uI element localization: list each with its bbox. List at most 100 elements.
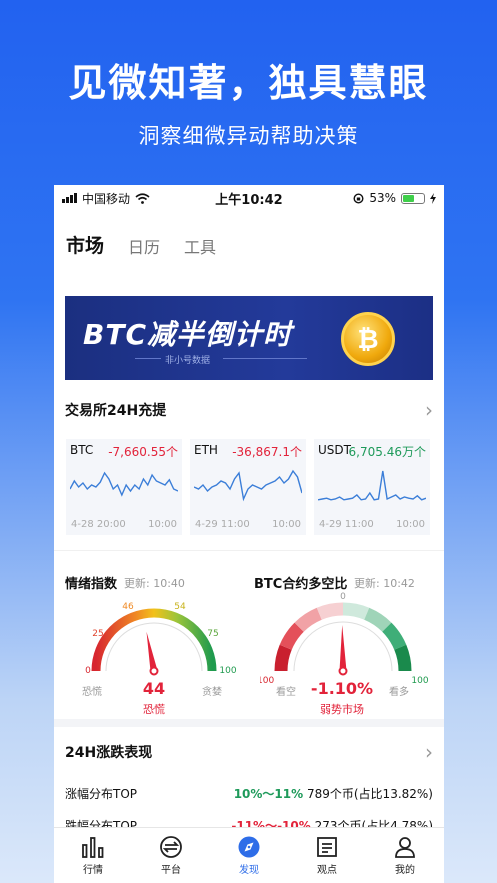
gauge-section: 情绪指数 更新: 10:40 0 25 46 54 75 100 恐慌 贪婪 4… <box>54 551 444 719</box>
nav-label: 观点 <box>317 865 337 876</box>
flow-value: -7,660.55个 <box>108 445 178 459</box>
top-tabs: 市场 日历 工具 <box>54 211 444 267</box>
nav-discover[interactable]: 发现 <box>210 828 288 883</box>
sentiment-needle <box>146 631 159 676</box>
sentiment-value: 44 <box>142 679 166 698</box>
sentiment-right-label: 贪婪 <box>202 687 222 698</box>
tick-plus100: 100 <box>411 676 428 686</box>
tab-calendar[interactable]: 日历 <box>128 234 160 267</box>
needle-pointer <box>146 631 158 672</box>
tick-54: 54 <box>174 602 186 612</box>
flow-card-btc[interactable]: BTC -7,660.55个 4-28 20:00 10:00 <box>66 439 182 535</box>
nav-profile[interactable]: 我的 <box>366 828 444 883</box>
sentiment-state: 恐慌 <box>143 703 165 716</box>
tab-tools[interactable]: 工具 <box>184 234 216 267</box>
arc-segment <box>279 622 304 651</box>
exchange-flow-cards: BTC -7,660.55个 4-28 20:00 10:00 ETH -36,… <box>54 439 444 535</box>
rise-top-row[interactable]: 涨幅分布TOP 10%～11% 789个币(占比13.82%) <box>54 777 444 809</box>
flow-card-usdt[interactable]: USDT 6,705.46万个 4-29 11:00 10:00 <box>314 439 430 535</box>
banner-source: 非小号数据 <box>165 356 211 366</box>
end-time: 10:00 <box>148 519 177 530</box>
banner-title: BTC减半倒计时 <box>83 318 292 351</box>
arc-segment <box>274 644 292 672</box>
nav-platform[interactable]: 平台 <box>132 828 210 883</box>
promo-subtitle: 洞察细微异动帮助决策 <box>138 124 359 148</box>
coin-name: USDT <box>318 443 351 457</box>
sentiment-gauge[interactable]: 0 25 46 54 75 100 <box>76 591 246 691</box>
longshort-state: 弱势市场 <box>320 703 364 716</box>
btc-halving-banner[interactable]: BTC减半倒计时 非小号数据 ₿ <box>65 296 433 380</box>
exchange-flow-title: 交易所24H充提 <box>65 403 167 419</box>
row-label: 涨幅分布TOP <box>65 786 138 801</box>
tab-market[interactable]: 市场 <box>66 231 104 267</box>
tick-46: 46 <box>122 602 134 612</box>
end-time: 10:00 <box>272 519 301 530</box>
nav-label: 行情 <box>83 865 103 876</box>
promo-title: 见微知著，独具慧眼 <box>68 61 429 105</box>
battery-icon <box>401 192 425 204</box>
flow-sparkline <box>194 469 302 502</box>
flow-value: 6,705.46万个 <box>348 445 426 459</box>
section-gap <box>54 719 444 727</box>
tick-minus100: -100 <box>260 676 274 686</box>
tick-zero: 0 <box>340 592 346 602</box>
sparkline-path <box>70 471 178 497</box>
tick-25: 25 <box>92 629 103 639</box>
section-divider <box>54 535 444 551</box>
sentiment-updated: 更新: 10:40 <box>124 577 185 590</box>
start-time: 4-28 20:00 <box>71 519 126 530</box>
row-count: 789个币(占比13.82%) <box>306 786 433 801</box>
rise-fall-header[interactable]: 24H涨跌表现 › <box>54 727 444 777</box>
nav-label: 平台 <box>161 865 181 876</box>
start-time: 4-29 11:00 <box>319 519 374 530</box>
tick-0: 0 <box>85 666 91 676</box>
row-range: 10%～11% <box>233 786 304 801</box>
news-icon <box>317 837 337 857</box>
exchange-flow-header[interactable]: 交易所24H充提 › <box>54 380 444 440</box>
sentiment-title[interactable]: 情绪指数 <box>65 573 117 592</box>
nav-opinion[interactable]: 观点 <box>288 828 366 883</box>
start-time: 4-29 11:00 <box>195 519 250 530</box>
tick-75: 75 <box>207 629 218 639</box>
sparkline-path <box>194 469 302 502</box>
coin-name: BTC <box>70 443 94 457</box>
person-icon <box>395 837 415 858</box>
compass-icon <box>238 836 260 858</box>
tick-100: 100 <box>219 666 236 676</box>
phone-screen: 中国移动 上午10:42 53% 市场 日历 工具 BTC减半倒计时 非小号数据… <box>54 185 444 883</box>
status-time: 上午10:42 <box>215 192 283 208</box>
rise-fall-title: 24H涨跌表现 <box>65 745 153 761</box>
coin-name: ETH <box>194 443 218 457</box>
arc-segment <box>382 622 407 651</box>
banner-divider-left <box>135 358 161 359</box>
chevron-right-icon: › <box>425 740 433 764</box>
longshort-title[interactable]: BTC合约多空比 <box>254 573 347 592</box>
end-time: 10:00 <box>396 519 425 530</box>
bottom-nav: 行情 平台 发现 观点 我的 <box>54 827 444 883</box>
bitcoin-symbol: ₿ <box>357 324 379 355</box>
longshort-right-label: 看多 <box>389 687 409 698</box>
nav-market[interactable]: 行情 <box>54 828 132 883</box>
flow-card-eth[interactable]: ETH -36,867.1个 4-29 11:00 10:00 <box>190 439 306 535</box>
flow-sparkline <box>318 470 426 501</box>
status-bar: 中国移动 上午10:42 53% <box>54 185 444 211</box>
arc-segment <box>294 607 323 632</box>
arc-segment <box>342 602 370 620</box>
arc-segment <box>316 602 344 620</box>
sentiment-left-label: 恐慌 <box>82 687 102 698</box>
longshort-updated: 更新: 10:42 <box>354 577 415 590</box>
sparkline-path <box>318 470 426 501</box>
longshort-needle <box>338 625 348 676</box>
bar-chart-icon <box>82 837 104 858</box>
nav-label: 发现 <box>239 865 259 876</box>
flow-sparkline <box>70 471 178 497</box>
flow-value: -36,867.1个 <box>232 445 302 459</box>
chevron-right-icon: › <box>425 398 433 422</box>
longshort-gauge[interactable]: 0 -100 100 <box>260 591 430 691</box>
needle-hub <box>149 666 159 676</box>
bitcoin-coin-icon: ₿ <box>341 312 395 366</box>
needle-pointer <box>339 625 347 672</box>
needle-hub <box>338 666 348 676</box>
nav-label: 我的 <box>395 865 415 876</box>
longshort-value: -1.10% <box>310 679 374 698</box>
